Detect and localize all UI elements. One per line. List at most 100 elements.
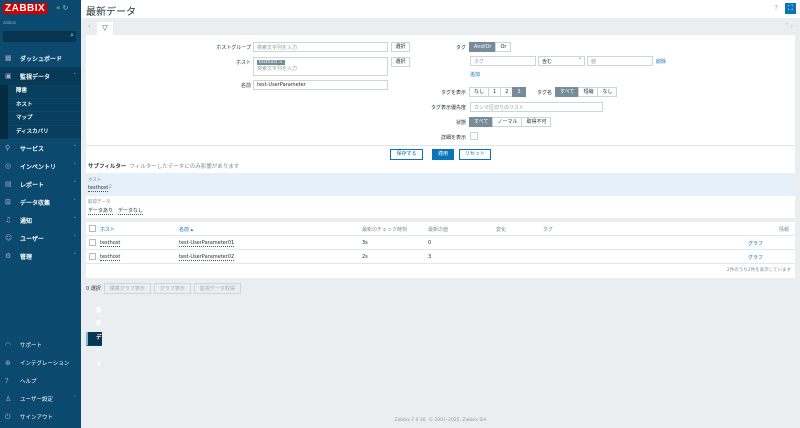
column-name[interactable]: 名前 ▴ <box>179 226 193 233</box>
menu-support[interactable]: ◠ サポート <box>0 336 81 354</box>
headset-icon: ◠ <box>5 341 15 349</box>
row-last-check: 3s <box>362 240 368 246</box>
collapse-icon[interactable]: « ↻ <box>56 4 68 12</box>
help-icon[interactable]: ? <box>774 4 778 12</box>
menu-reports[interactable]: ▤レポート˅ <box>0 175 81 193</box>
tag-value-input[interactable]: 値 <box>587 56 653 66</box>
row-checkbox[interactable] <box>89 253 96 260</box>
row-checkbox[interactable] <box>89 239 96 246</box>
tag-label: タグ <box>386 44 466 51</box>
tag-name-toggle[interactable]: すべて短縮なし <box>556 87 617 97</box>
chevron-left-icon[interactable]: ‹ <box>88 23 90 30</box>
tag-name-short[interactable]: 短縮 <box>578 87 598 97</box>
menu-label: サポート <box>20 341 42 349</box>
menu-monitoring[interactable]: ▣監視データ˄ <box>0 67 81 85</box>
tag-name-none[interactable]: なし <box>597 87 617 97</box>
row-name[interactable]: test-UserParameter02 <box>179 254 234 261</box>
menu-user-settings[interactable]: ♙ユーザー設定˅ <box>0 390 81 408</box>
sidebar-search-input[interactable]: ⌕ <box>3 31 76 42</box>
menu-users[interactable]: ☺ユーザー˅ <box>0 229 81 247</box>
kiosk-mode-icon[interactable]: ⛶ <box>785 3 796 14</box>
help-icon: ? <box>5 377 15 385</box>
bell-icon: ♫ <box>5 216 15 224</box>
latest-data-table: ホスト 名前 ▴ 最新のチェック時刻 最新の値 変化 タグ 情報 testhos… <box>86 222 795 278</box>
execute-now-button[interactable]: 監視データ取得 <box>194 283 241 294</box>
name-input[interactable]: test-UserParameter <box>253 80 388 90</box>
host-chip[interactable]: testhost × <box>257 60 285 65</box>
select-all-checkbox[interactable] <box>89 225 96 232</box>
show-details-checkbox[interactable] <box>470 132 478 140</box>
tag-operator[interactable]: And/OrOr <box>470 42 511 52</box>
hostgroup-input[interactable]: 検索文字列を入力 <box>253 42 388 52</box>
submenu-latest-data[interactable]: 最新データ <box>86 332 102 346</box>
menu-label: ヘルプ <box>20 377 37 385</box>
tag-op-or[interactable]: Or <box>495 42 511 52</box>
chevron-down-icon: ˅ <box>579 58 582 64</box>
chevron-down-icon: ˅ <box>74 217 77 223</box>
menu-inventory[interactable]: ◎インベントリ˅ <box>0 157 81 175</box>
chevron-down-icon: ˅ <box>74 145 77 151</box>
submenu-discovery[interactable]: ディスカバリ <box>8 126 81 140</box>
row-name[interactable]: test-UserParameter01 <box>179 240 234 247</box>
submenu-problems[interactable]: 障害 <box>8 85 81 99</box>
column-host[interactable]: ホスト <box>100 226 115 233</box>
column-last-check: 最新のチェック時刻 <box>362 226 407 233</box>
menu-help[interactable]: ? ヘルプ <box>0 372 81 390</box>
state-unsupported[interactable]: 取得不可 <box>521 117 551 127</box>
apply-button[interactable]: 適用 <box>432 149 454 160</box>
row-last-value: 0 <box>428 240 431 246</box>
mass-action-bar: 0 選択 積算グラフ表示 グラフ表示 監視データ取得 <box>86 283 241 294</box>
column-info: 情報 <box>779 226 789 233</box>
filter-tabs: ‹ ▽ ˅ › <box>86 22 795 35</box>
subfilter-with-data[interactable]: データあり <box>88 207 113 215</box>
column-tags: タグ <box>543 226 553 233</box>
host-select-button[interactable]: 選択 <box>391 57 410 67</box>
users-icon: ☺ <box>5 234 15 242</box>
row-graph-link[interactable]: グラフ <box>748 254 763 261</box>
submenu-hosts[interactable]: ホスト <box>8 99 81 113</box>
reset-button[interactable]: リセット <box>459 149 491 160</box>
row-host[interactable]: testhost <box>100 254 120 261</box>
zabbix-logo[interactable]: ZABBIX <box>3 3 47 14</box>
menu-dashboard[interactable]: ▦ダッシュボード <box>0 49 81 67</box>
submenu-maps[interactable]: マップ <box>8 112 81 126</box>
table-row: testhost test-UserParameter02 2s 3 グラフ <box>86 250 795 264</box>
subfilter-host-link[interactable]: testhost <box>88 185 108 192</box>
menu-alerts[interactable]: ♫通知˅ <box>0 211 81 229</box>
stacked-graph-button[interactable]: 積算グラフ表示 <box>104 283 151 294</box>
subfilter-note: フィルターしたデータにのみ影響があります <box>129 164 239 170</box>
tag-priority-input[interactable]: カンマ区切りのリスト <box>470 102 603 112</box>
tag-condition-value: 含む <box>542 59 552 65</box>
menu-data-collection[interactable]: ⊡データ収集˅ <box>0 193 81 211</box>
row-graph-link[interactable]: グラフ <box>748 240 763 247</box>
tag-op-andor[interactable]: And/Or <box>469 42 496 52</box>
subfilter-host-count: 2 <box>109 185 112 190</box>
subfilter-title: サブフィルター <box>88 164 126 170</box>
tag-input[interactable]: タグ <box>470 56 536 66</box>
graph-button[interactable]: グラフ表示 <box>154 283 191 294</box>
menu-services[interactable]: ⚲サービス˅ <box>0 139 81 157</box>
state-all[interactable]: すべて <box>469 117 493 127</box>
host-input[interactable]: testhost ×検索文字列を入力 <box>253 57 388 76</box>
tag-add-link[interactable]: 追加 <box>470 71 480 78</box>
menu-administration[interactable]: ⚙管理˅ <box>0 247 81 265</box>
chevron-down-right-icon[interactable]: ˅ › <box>786 23 793 30</box>
search-icon: ⌕ <box>70 31 74 40</box>
row-last-value: 3 <box>428 254 431 260</box>
chevron-down-icon: ˅ <box>74 199 77 205</box>
state-normal[interactable]: ノーマル <box>492 117 522 127</box>
tag-remove-link[interactable]: 削除 <box>656 58 666 65</box>
filter-icon[interactable]: ▽ <box>97 22 113 35</box>
menu-integrations[interactable]: ⊛インテグレーション <box>0 354 81 372</box>
state-toggle[interactable]: すべてノーマル取得不可 <box>470 117 551 127</box>
row-host[interactable]: testhost <box>100 240 120 247</box>
services-icon: ⚲ <box>5 144 15 152</box>
tag-name-all[interactable]: すべて <box>555 87 579 97</box>
column-change: 変化 <box>496 226 506 233</box>
menu-sign-out[interactable]: ⏻サインアウト <box>0 408 81 426</box>
tag-condition-select[interactable]: 含む ˅ <box>538 56 585 66</box>
row-last-check: 2s <box>362 254 368 260</box>
save-button[interactable]: 保存する <box>390 149 423 160</box>
page-title: 最新データ <box>86 3 136 18</box>
subfilter-without-data[interactable]: データなし <box>118 207 143 215</box>
